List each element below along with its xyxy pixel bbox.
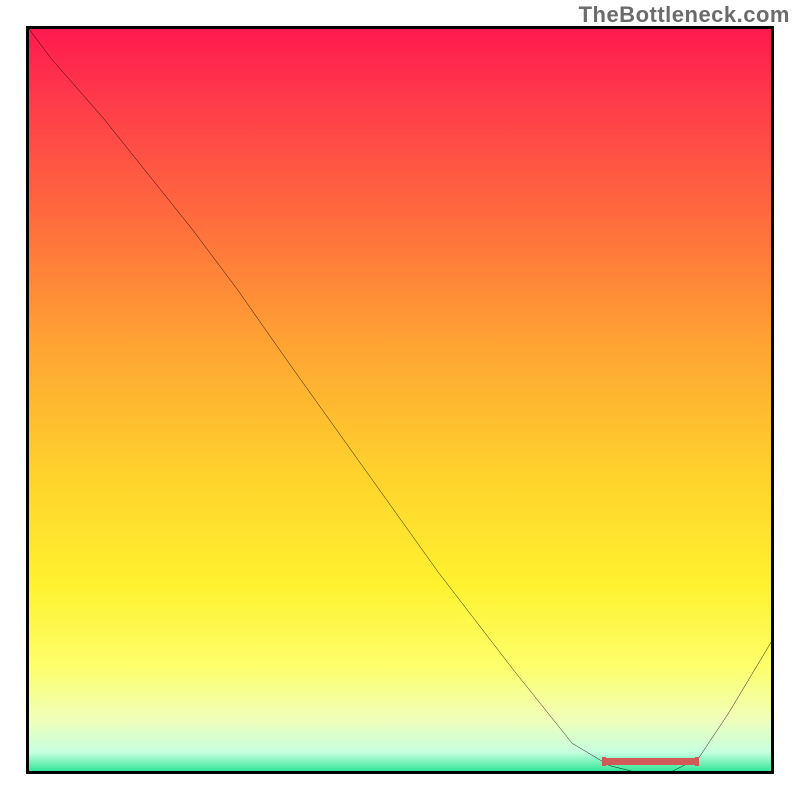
optimal-zone-marker: [602, 758, 699, 765]
watermark-text: TheBottleneck.com: [579, 2, 790, 28]
curve-path: [29, 29, 773, 773]
chart-frame: [26, 26, 774, 774]
curve-line: [29, 29, 773, 773]
